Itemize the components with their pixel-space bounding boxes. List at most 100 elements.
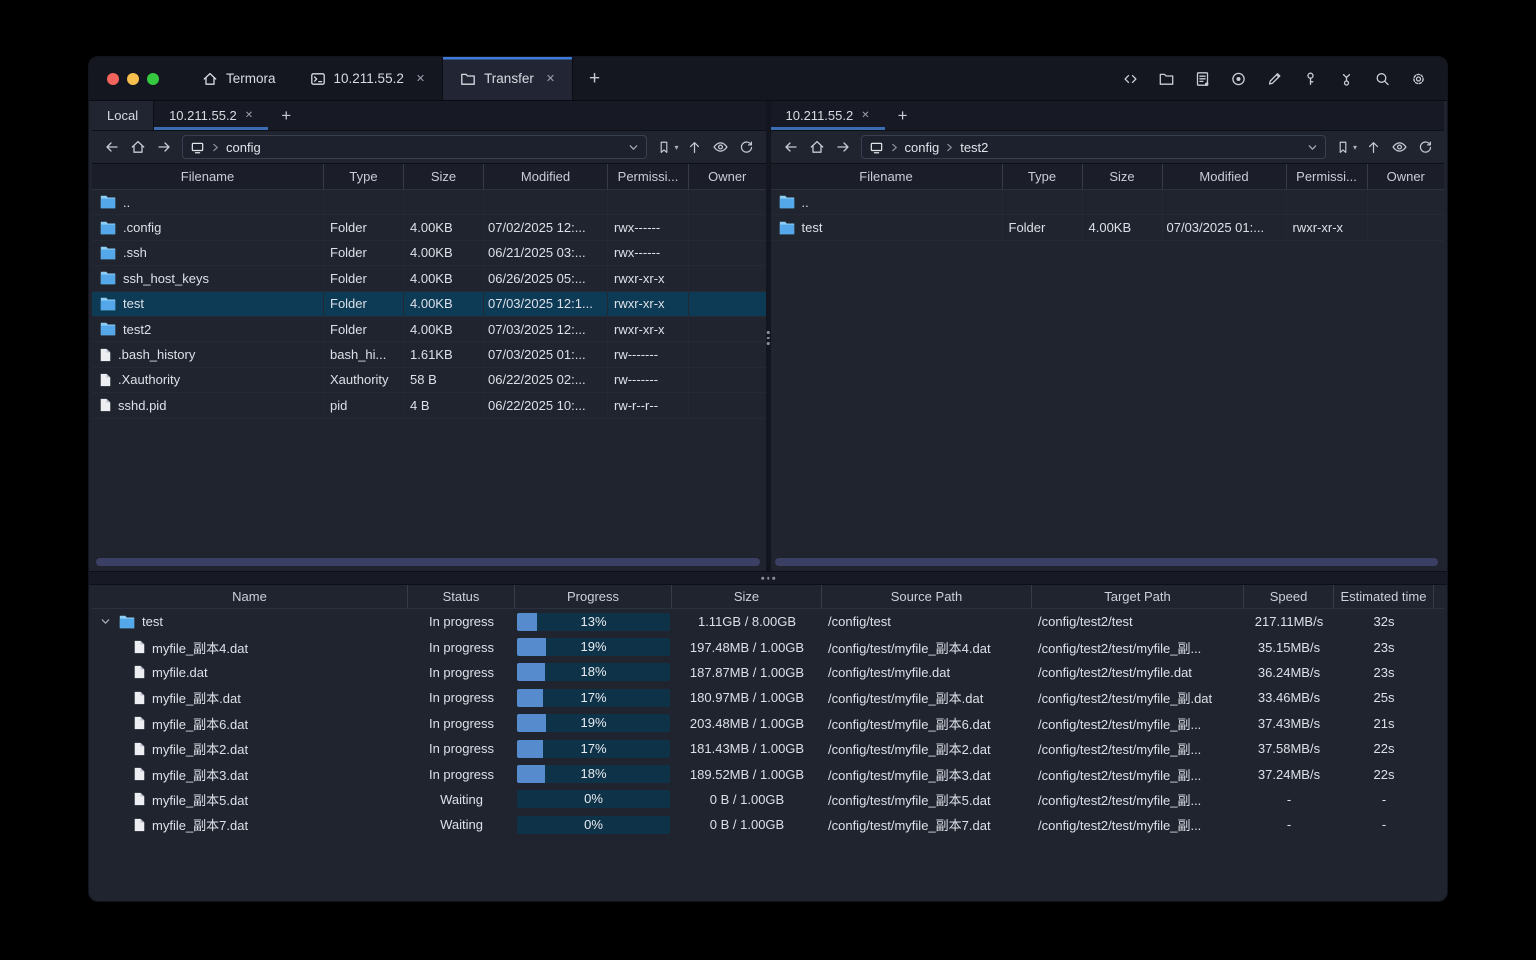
column-header-target-path[interactable]: Target Path xyxy=(1032,585,1244,608)
chevron-down-icon[interactable] xyxy=(1307,142,1318,153)
progress-bar: 0% xyxy=(517,790,670,809)
column-header-permissions[interactable]: Permissi... xyxy=(608,164,689,189)
tab-remote-host[interactable]: 10.211.55.2 ✕ xyxy=(771,101,885,130)
file-row[interactable]: .. xyxy=(92,190,766,216)
new-tab-button[interactable]: + xyxy=(573,57,616,100)
back-icon[interactable] xyxy=(778,135,804,159)
tab-remote-host[interactable]: 10.211.55.2 ✕ xyxy=(154,101,268,130)
transfer-row[interactable]: myfile_副本7.dat Waiting 0% 0 B / 1.00GB /… xyxy=(92,812,1444,837)
code-icon[interactable] xyxy=(1122,71,1139,87)
column-header-modified[interactable]: Modified xyxy=(484,164,608,189)
minimize-window-button[interactable] xyxy=(127,72,139,85)
transfer-row[interactable]: myfile_副本2.dat In progress 17% 181.43MB … xyxy=(92,736,1444,761)
transfer-source-path: /config/test/myfile.dat xyxy=(828,664,951,680)
folder-icon[interactable] xyxy=(1158,71,1175,87)
transfer-splitter[interactable] xyxy=(89,571,1447,585)
home-icon[interactable] xyxy=(125,135,151,159)
transfer-row[interactable]: myfile.dat In progress 18% 187.87MB / 1.… xyxy=(92,660,1444,685)
panel-new-tab-button[interactable]: + xyxy=(885,101,921,130)
path-segment[interactable]: test2 xyxy=(960,140,988,155)
file-row[interactable]: .. xyxy=(770,190,1444,216)
forward-icon[interactable] xyxy=(830,135,856,159)
file-permissions: rwxr-xr-x xyxy=(608,266,689,291)
edit-icon[interactable] xyxy=(1266,71,1283,87)
column-header-owner[interactable]: Owner xyxy=(1368,164,1445,189)
transfer-row[interactable]: test In progress 13% 1.11GB / 8.00GB /co… xyxy=(92,609,1444,634)
bookmark-icon[interactable] xyxy=(1331,135,1355,159)
bookmark-dropdown-icon[interactable]: ▾ xyxy=(674,143,678,152)
column-header-speed[interactable]: Speed xyxy=(1244,585,1334,608)
search-icon[interactable] xyxy=(1374,71,1391,87)
column-header-size[interactable]: Size xyxy=(672,585,822,608)
back-icon[interactable] xyxy=(99,135,125,159)
tab-close-icon[interactable]: ✕ xyxy=(546,72,555,85)
transfer-row[interactable]: myfile_副本4.dat In progress 19% 197.48MB … xyxy=(92,634,1444,659)
column-header-filename[interactable]: Filename xyxy=(92,164,324,189)
file-row[interactable]: .config Folder 4.00KB 07/02/2025 12:... … xyxy=(92,215,766,241)
refresh-icon[interactable] xyxy=(1413,135,1437,159)
bookmark-dropdown-icon[interactable]: ▾ xyxy=(1353,143,1357,152)
column-header-filename[interactable]: Filename xyxy=(771,164,1003,189)
expand-chevron-icon[interactable] xyxy=(98,616,112,627)
file-row[interactable]: ssh_host_keys Folder 4.00KB 06/26/2025 0… xyxy=(92,266,766,292)
tab-local[interactable]: Local xyxy=(92,101,155,130)
show-hidden-eye-icon[interactable] xyxy=(709,135,733,159)
transfer-row[interactable]: myfile_副本5.dat Waiting 0% 0 B / 1.00GB /… xyxy=(92,787,1444,812)
transfer-status: In progress xyxy=(428,690,495,706)
column-header-size[interactable]: Size xyxy=(404,164,484,189)
column-header-source-path[interactable]: Source Path xyxy=(822,585,1032,608)
key-icon[interactable] xyxy=(1302,71,1319,87)
file-row[interactable]: .ssh Folder 4.00KB 06/21/2025 03:... rwx… xyxy=(92,240,766,267)
home-icon[interactable] xyxy=(804,135,830,159)
column-header-modified[interactable]: Modified xyxy=(1163,164,1287,189)
column-header-permissions[interactable]: Permissi... xyxy=(1287,164,1368,189)
record-icon[interactable] xyxy=(1230,71,1247,87)
transfer-row[interactable]: myfile_副本.dat In progress 17% 180.97MB /… xyxy=(92,685,1444,710)
transfer-item-name: myfile.dat xyxy=(152,664,208,680)
column-header-type[interactable]: Type xyxy=(324,164,404,189)
column-header-type[interactable]: Type xyxy=(1003,164,1083,189)
log-icon[interactable] xyxy=(1194,71,1211,87)
panel-new-tab-button[interactable]: + xyxy=(268,101,304,130)
tab-termora[interactable]: Termora xyxy=(185,57,293,100)
column-header-owner[interactable]: Owner xyxy=(689,164,766,189)
file-row[interactable]: .Xauthority Xauthority 58 B 06/22/2025 0… xyxy=(92,367,766,394)
file-row[interactable]: test Folder 4.00KB 07/03/2025 01:... rwx… xyxy=(770,215,1444,241)
settings-gear-icon[interactable] xyxy=(1410,71,1427,87)
path-segment[interactable]: config xyxy=(226,140,261,155)
tab-close-icon[interactable]: ✕ xyxy=(861,110,869,121)
tab-transfer[interactable]: Transfer ✕ xyxy=(442,57,574,100)
close-window-button[interactable] xyxy=(107,72,119,85)
column-header-progress[interactable]: Progress xyxy=(515,585,672,608)
path-bar[interactable]: config test2 xyxy=(860,135,1326,159)
horizontal-scrollbar[interactable] xyxy=(774,558,1438,566)
tab-close-icon[interactable]: ✕ xyxy=(416,72,425,85)
keychain-icon[interactable] xyxy=(1338,71,1355,87)
maximize-window-button[interactable] xyxy=(147,72,159,85)
file-row[interactable]: test Folder 4.00KB 07/03/2025 12:1... rw… xyxy=(92,291,766,317)
horizontal-scrollbar[interactable] xyxy=(96,558,760,566)
file-icon xyxy=(134,742,145,756)
column-header-status[interactable]: Status xyxy=(408,585,515,608)
path-segment[interactable]: config xyxy=(905,140,940,155)
chevron-down-icon[interactable] xyxy=(628,142,639,153)
column-header-size[interactable]: Size xyxy=(1083,164,1163,189)
tab-close-icon[interactable]: ✕ xyxy=(245,110,253,121)
bookmark-icon[interactable] xyxy=(652,135,676,159)
transfer-row[interactable]: myfile_副本3.dat In progress 18% 189.52MB … xyxy=(92,761,1444,786)
chevron-right-icon xyxy=(211,143,220,152)
refresh-icon[interactable] xyxy=(735,135,759,159)
file-row[interactable]: test2 Folder 4.00KB 07/03/2025 12:... rw… xyxy=(92,316,766,343)
column-header-name[interactable]: Name xyxy=(92,585,408,608)
file-row[interactable]: .bash_history bash_hi... 1.61KB 07/03/20… xyxy=(92,342,766,368)
file-row[interactable]: sshd.pid pid 4 B 06/22/2025 10:... rw-r-… xyxy=(92,393,766,419)
tab-host[interactable]: 10.211.55.2 ✕ xyxy=(293,57,443,100)
upload-icon[interactable] xyxy=(683,135,707,159)
transfer-row[interactable]: myfile_副本6.dat In progress 19% 203.48MB … xyxy=(92,711,1444,736)
traffic-lights xyxy=(89,57,185,100)
path-bar[interactable]: config xyxy=(182,135,648,159)
show-hidden-eye-icon[interactable] xyxy=(1387,135,1411,159)
column-header-estimated-time[interactable]: Estimated time xyxy=(1334,585,1434,608)
forward-icon[interactable] xyxy=(151,135,177,159)
upload-icon[interactable] xyxy=(1361,135,1385,159)
